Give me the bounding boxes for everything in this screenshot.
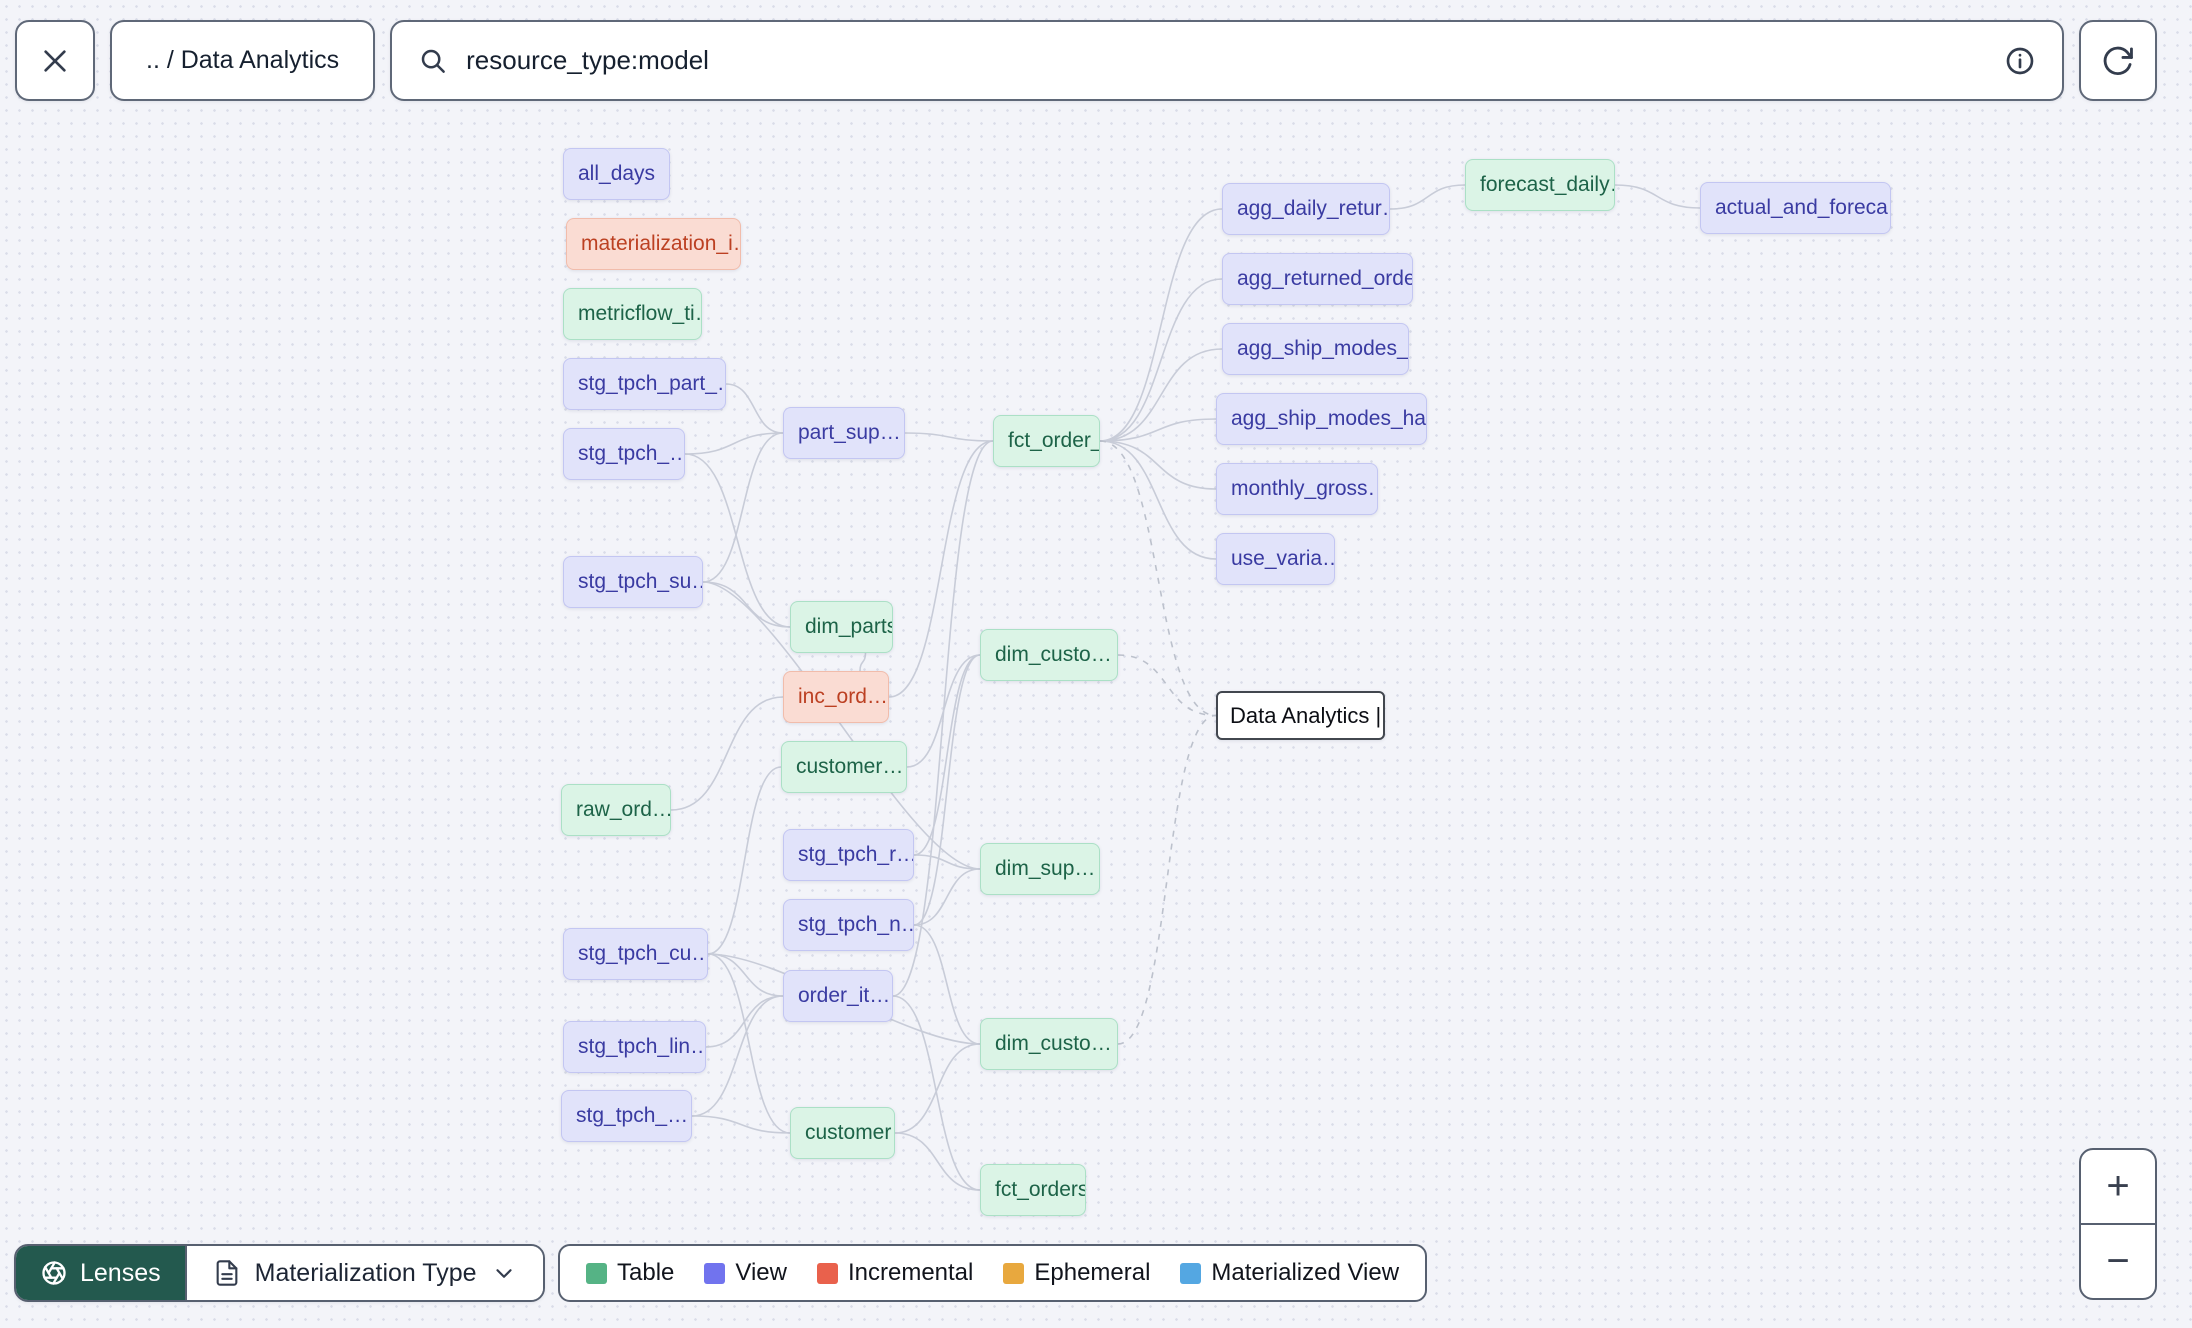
lineage-canvas[interactable]: all_days materialization_i… metricflow_ti…… [0, 0, 2192, 1328]
legend-swatch [816, 1262, 838, 1284]
info-icon[interactable] [2004, 45, 2036, 77]
graph-node-metricflow_time[interactable]: metricflow_ti… [563, 288, 702, 340]
graph-node-dim_parts[interactable]: dim_parts [790, 601, 893, 653]
graph-node-fct_order_items[interactable]: fct_order_i… [993, 415, 1100, 467]
legend-item-materialized-view: Materialized View [1180, 1259, 1399, 1287]
graph-node-agg_ship_modes_dyn[interactable]: agg_ship_modes_d… [1222, 323, 1409, 375]
legend-swatch [1180, 1262, 1202, 1284]
graph-node-fct_orders[interactable]: fct_orders [980, 1164, 1086, 1216]
selected-lens-label: Materialization Type [254, 1258, 477, 1287]
document-icon [216, 1260, 238, 1286]
search-icon [421, 49, 446, 73]
legend-swatch [1003, 1262, 1025, 1284]
refresh-button[interactable] [2079, 20, 2157, 101]
graph-node-stg_tpch_suppliers[interactable]: stg_tpch_su… [563, 556, 703, 608]
graph-node-customers_top[interactable]: customer… [781, 741, 907, 793]
legend-label: Incremental [847, 1259, 974, 1286]
graph-node-use_variable[interactable]: use_varia… [1216, 533, 1335, 585]
legend-label: View [735, 1259, 787, 1286]
graph-node-materialization_inc[interactable]: materialization_i… [566, 218, 741, 270]
lenses-button-label: Lenses [80, 1258, 161, 1287]
graph-node-agg_ship_modes_hard[interactable]: agg_ship_modes_ha… [1216, 393, 1427, 445]
graph-node-agg_returned_orders[interactable]: agg_returned_orde… [1222, 253, 1413, 305]
legend-swatch [586, 1262, 607, 1284]
close-button[interactable] [15, 20, 95, 101]
zoom-out-button[interactable]: − [2081, 1225, 2155, 1298]
graph-node-dim_customers_top[interactable]: dim_custo… [980, 629, 1118, 681]
search-bar[interactable] [390, 20, 2064, 101]
graph-node-stg_tpch_orders[interactable]: stg_tpch_… [561, 1090, 692, 1142]
top-toolbar: .. / Data Analytics [15, 20, 2157, 101]
graph-node-dim_suppliers[interactable]: dim_sup… [980, 843, 1100, 895]
close-icon [44, 49, 66, 72]
graph-node-stg_tpch_parts[interactable]: stg_tpch_… [563, 428, 685, 480]
legend-label: Materialized View [1211, 1259, 1400, 1286]
legend-swatch [704, 1262, 726, 1284]
breadcrumb[interactable]: .. / Data Analytics [110, 20, 376, 101]
graph-node-stg_tpch_regions[interactable]: stg_tpch_r… [783, 829, 914, 881]
legend-item-view: View [704, 1259, 787, 1287]
graph-node-stg_tpch_part_suppliers[interactable]: stg_tpch_part_… [563, 358, 726, 410]
legend-item-incremental: Incremental [816, 1259, 974, 1287]
chevron-down-icon [495, 1269, 512, 1278]
legend-label: Table [617, 1259, 675, 1286]
lens-selector-dropdown[interactable]: Materialization Type [184, 1246, 543, 1300]
graph-node-raw_orders[interactable]: raw_ord… [561, 784, 671, 836]
graph-node-stg_tpch_line_items[interactable]: stg_tpch_lin… [563, 1021, 706, 1073]
refresh-icon [2103, 46, 2133, 75]
legend-item-ephemeral: Ephemeral [1003, 1259, 1150, 1287]
materialization-legend: Table View Incremental Ephemeral Materialize… [558, 1244, 1428, 1302]
legend-item-table: Table [586, 1259, 674, 1287]
graph-node-stg_tpch_nations[interactable]: stg_tpch_n… [783, 899, 914, 951]
graph-node-inc_orders[interactable]: inc_ord… [783, 671, 889, 723]
graph-node-all_days[interactable]: all_days [563, 148, 670, 200]
graph-node-monthly_gross[interactable]: monthly_gross… [1216, 463, 1378, 515]
zoom-in-button[interactable]: + [2081, 1150, 2155, 1225]
aperture-icon [42, 1261, 66, 1285]
lens-controls: Lenses Materialization Type [14, 1244, 545, 1302]
graph-node-part_suppliers[interactable]: part_sup… [783, 407, 905, 459]
search-input[interactable] [464, 44, 1988, 77]
lenses-button[interactable]: Lenses [16, 1246, 185, 1300]
graph-node-actual_and_forecast[interactable]: actual_and_foreca… [1700, 182, 1891, 234]
graph-node-exposure_data_analytics[interactable]: Data Analytics | … [1216, 691, 1385, 740]
graph-node-dim_customers_bottom[interactable]: dim_custo… [980, 1018, 1118, 1070]
legend-label: Ephemeral [1034, 1259, 1151, 1286]
breadcrumb-label: .. / Data Analytics [146, 46, 340, 74]
zoom-controls: + − [2079, 1148, 2157, 1300]
graph-node-agg_daily_returned[interactable]: agg_daily_retur… [1222, 183, 1390, 235]
graph-node-stg_tpch_customers[interactable]: stg_tpch_cu… [563, 928, 708, 980]
graph-node-order_items[interactable]: order_it… [783, 970, 893, 1022]
graph-node-forecast_daily[interactable]: forecast_daily… [1465, 159, 1615, 211]
graph-node-customers_bottom[interactable]: customer… [790, 1107, 895, 1159]
